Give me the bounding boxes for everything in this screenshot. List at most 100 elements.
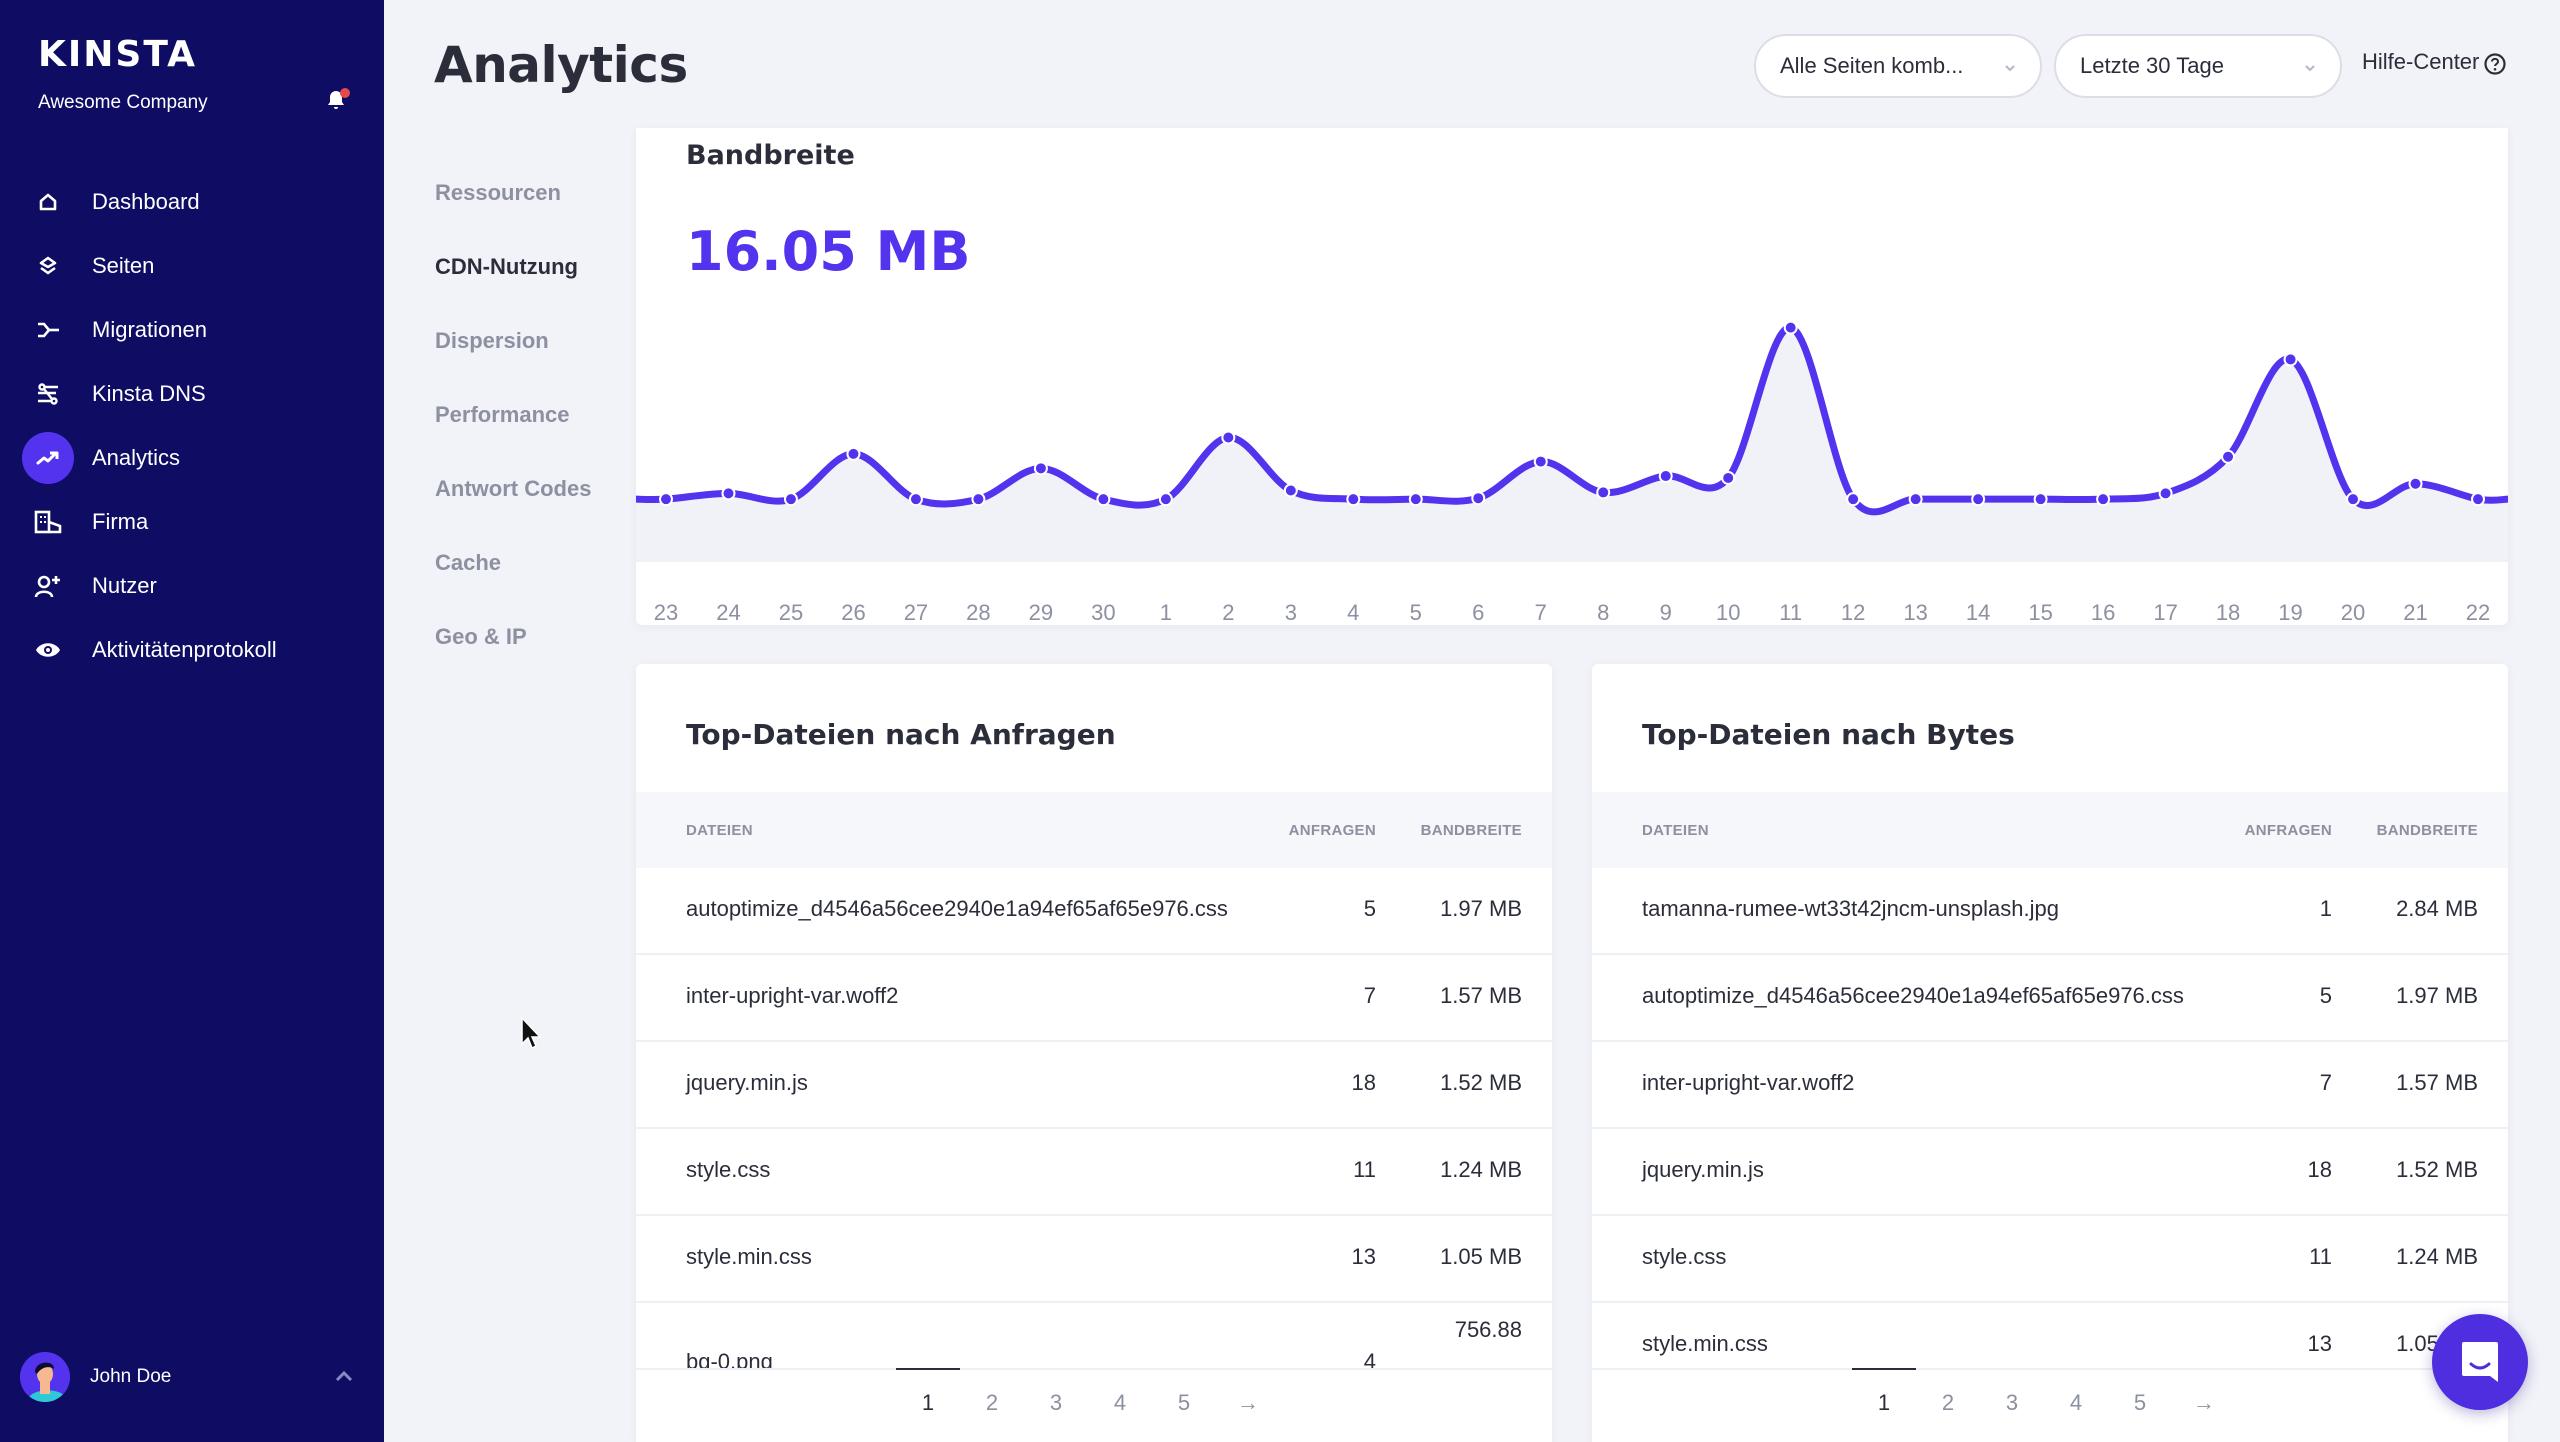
column-header-files[interactable]: DATEIEN [686,822,753,839]
page-1-button[interactable]: 1 [1852,1368,1916,1416]
chart-point[interactable] [1783,320,1798,335]
date-range-select[interactable]: Letzte 30 Tage [2054,34,2342,98]
site-select[interactable]: Alle Seiten komb... [1754,34,2042,98]
next-page-arrow-icon[interactable]: → [2172,1390,2236,1416]
chart-point[interactable] [1346,492,1361,507]
chart-point[interactable] [2471,492,2485,507]
sidebar-item-kinsta-dns[interactable]: Kinsta DNS [0,362,384,426]
chart-point[interactable] [1908,492,1923,507]
x-tick-label: 8 [1597,600,1609,625]
next-page-arrow-icon[interactable]: → [1216,1390,1280,1416]
chart-point[interactable] [846,446,861,461]
user-menu[interactable]: John Doe [20,1352,364,1402]
chart-point[interactable] [1471,491,1486,506]
table-row[interactable]: inter-upright-var.woff2 7 1.57 MB [1592,1042,2508,1129]
pagination: 1 2 3 4 5 → [636,1368,1552,1442]
subnav-performance[interactable]: Performance [435,394,591,468]
page-4-button[interactable]: 4 [1088,1390,1152,1416]
sidebar-item-label: Aktivitätenprotokoll [92,637,277,662]
chart-point[interactable] [1721,470,1736,485]
subnav-ressourcen[interactable]: Ressourcen [435,172,591,246]
x-tick-label: 19 [2278,600,2302,625]
chart-point[interactable] [1158,492,1173,507]
company-name[interactable]: Awesome Company [38,92,208,114]
chart-point[interactable] [1408,492,1423,507]
page-2-button[interactable]: 2 [1916,1390,1980,1416]
page-5-button[interactable]: 5 [2108,1390,2172,1416]
kinsta-logo[interactable]: KINSTA [38,34,197,75]
table-row[interactable]: jquery.min.js 18 1.52 MB [1592,1129,2508,1216]
chevron-down-icon [2305,65,2315,72]
chart-point[interactable] [2158,486,2173,501]
chart-point[interactable] [2221,449,2236,464]
chat-button[interactable] [2432,1314,2528,1410]
chart-point[interactable] [721,486,736,501]
column-header-requests[interactable]: ANFRAGEN [1289,822,1376,839]
sidebar-item-label: Analytics [92,445,181,470]
chart-point[interactable] [2346,492,2361,507]
page-2-button[interactable]: 2 [960,1390,1024,1416]
subnav-cache[interactable]: Cache [435,542,591,616]
help-center-link[interactable]: Hilfe-Center [2362,48,2507,76]
chart-point[interactable] [971,492,986,507]
file-name: inter-upright-var.woff2 [686,983,899,1008]
table-row[interactable]: autoptimize_d4546a56cee2940e1a94ef65af65… [636,868,1552,955]
chart-point[interactable] [1658,469,1673,484]
subnav-geo-ip[interactable]: Geo & IP [435,616,591,690]
chart-point[interactable] [659,492,673,507]
chart-point[interactable] [908,492,923,507]
chart-point[interactable] [1596,485,1611,500]
x-tick-label: 4 [1347,600,1359,625]
column-header-requests[interactable]: ANFRAGEN [2245,822,2332,839]
chart-point[interactable] [1533,454,1548,469]
chart-point[interactable] [2283,352,2298,367]
table-row[interactable]: style.min.css 13 1.05 MB [636,1216,1552,1303]
x-tick-label: 9 [1660,600,1672,625]
sidebar-item-dashboard[interactable]: Dashboard [0,170,384,234]
table-row[interactable]: inter-upright-var.woff2 7 1.57 MB [636,955,1552,1042]
page-3-button[interactable]: 3 [1980,1390,2044,1416]
page-1-button[interactable]: 1 [896,1368,960,1416]
table-row[interactable]: autoptimize_d4546a56cee2940e1a94ef65af65… [1592,955,2508,1042]
sidebar-item-migrationen[interactable]: Migrationen [0,298,384,362]
chart-point[interactable] [2033,492,2048,507]
table-row[interactable]: jquery.min.js 18 1.52 MB [636,1042,1552,1129]
chart-point[interactable] [1221,430,1236,445]
page-5-button[interactable]: 5 [1152,1390,1216,1416]
table-row[interactable]: style.css 11 1.24 MB [636,1129,1552,1216]
file-name: style.css [686,1157,771,1182]
sidebar-item-firma[interactable]: Firma [0,490,384,554]
column-header-files[interactable]: DATEIEN [1642,822,1709,839]
chart-point[interactable] [2408,476,2423,491]
column-header-bandwidth[interactable]: BANDBREITE [2377,822,2478,839]
chart-point[interactable] [1033,461,1048,476]
analytics-subnav: Ressourcen CDN-Nutzung Dispersion Perfor… [435,172,591,690]
chart-point[interactable] [783,492,798,507]
page-4-button[interactable]: 4 [2044,1390,2108,1416]
pagination: 1 2 3 4 5 → [1592,1368,2508,1442]
table-row[interactable]: style.css 11 1.24 MB [1592,1216,2508,1303]
column-header-bandwidth[interactable]: BANDBREITE [1421,822,1522,839]
chart-point[interactable] [2096,492,2111,507]
sidebar-item-nutzer[interactable]: Nutzer [0,554,384,618]
chart-point[interactable] [1846,492,1861,507]
chart-point[interactable] [1971,492,1986,507]
table-row[interactable]: tamanna-rumee-wt33t42jncm-unsplash.jpg 1 2… [1592,868,2508,955]
chevron-up-icon[interactable] [332,1365,356,1389]
date-range-value: Letzte 30 Tage [2080,53,2224,78]
subnav-antwort-codes[interactable]: Antwort Codes [435,468,591,542]
help-center-label: Hilfe-Center [2362,49,2480,74]
x-tick-label: 28 [966,600,990,625]
request-count: 11 [2309,1244,2332,1269]
home-icon [22,176,74,228]
chart-point[interactable] [1096,492,1111,507]
request-count: 5 [1363,896,1376,921]
bandwidth-value: 1.52 MB [2396,1157,2478,1182]
sidebar-item-seiten[interactable]: Seiten [0,234,384,298]
chart-point[interactable] [1283,483,1298,498]
subnav-cdn-nutzung[interactable]: CDN-Nutzung [435,246,591,320]
sidebar-item-analytics[interactable]: Analytics [0,426,384,490]
subnav-dispersion[interactable]: Dispersion [435,320,591,394]
page-3-button[interactable]: 3 [1024,1390,1088,1416]
sidebar-item-aktivitaetenprotokoll[interactable]: Aktivitätenprotokoll [0,618,384,682]
